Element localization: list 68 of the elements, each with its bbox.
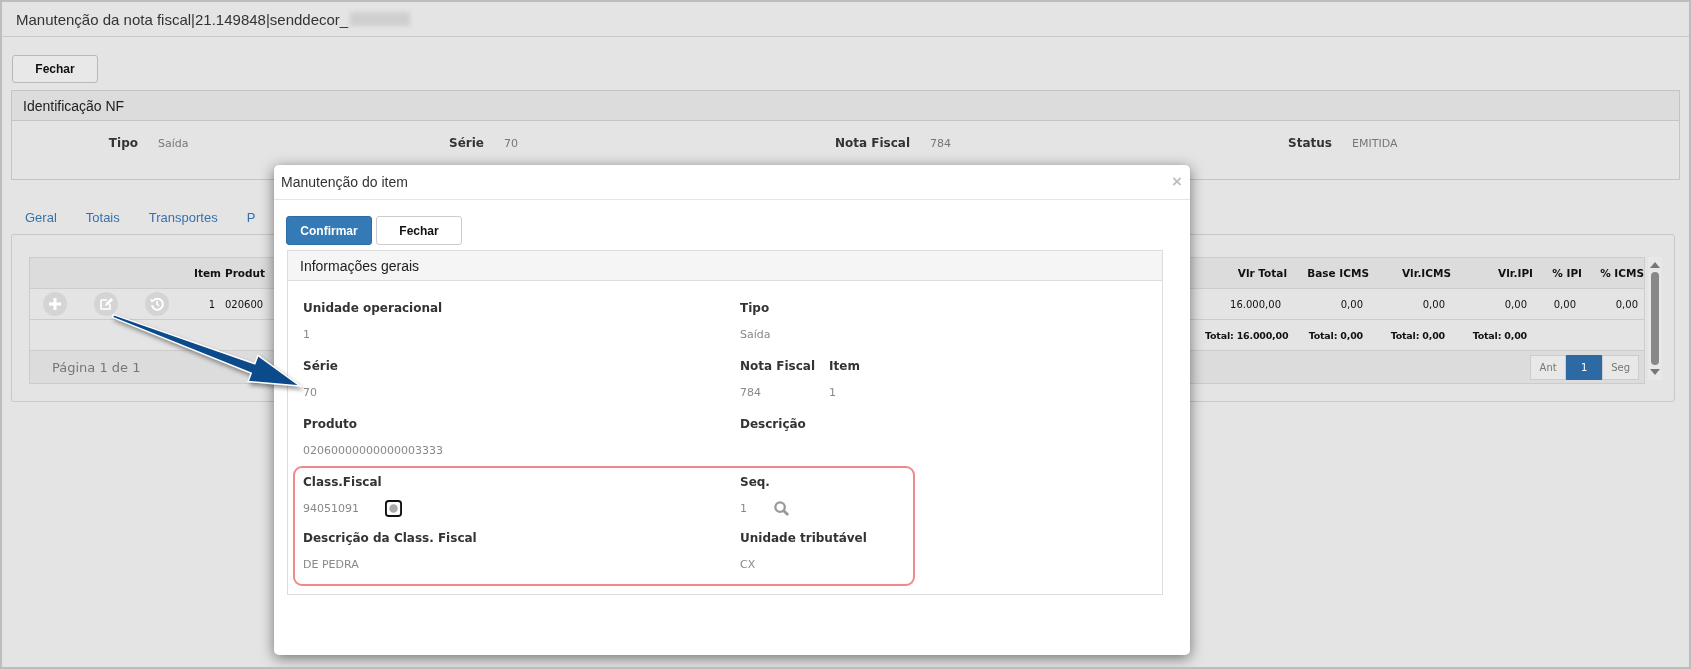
table-cell-text: 0,00 — [1614, 298, 1639, 310]
field-value: 70 — [303, 385, 317, 399]
field-label: Status — [1287, 136, 1332, 150]
column-header: Vlr Total — [1236, 267, 1287, 279]
confirm-button[interactable]: Confirmar — [286, 216, 372, 245]
field-value: Saída — [158, 136, 190, 150]
scroll-up-icon[interactable] — [1650, 261, 1660, 269]
field-label: Item — [829, 358, 860, 375]
dialog-title: Manutenção do item — [281, 174, 408, 190]
table-cell-text: 0,00 — [1552, 298, 1577, 310]
total-cell-text: Total: 0,00 — [1307, 329, 1364, 341]
field-label: Série — [448, 136, 484, 150]
search-icon[interactable] — [385, 499, 402, 517]
field-label: Unidade tributável — [740, 530, 867, 547]
page-title: Manutenção da nota fiscal|21.149848|senddecor_ — [16, 10, 349, 28]
field-value: 70 — [504, 136, 519, 150]
close-button[interactable]: Fechar — [376, 216, 462, 245]
field-label: Class.Fiscal — [303, 474, 383, 491]
column-header: Vlr.IPI — [1497, 267, 1533, 279]
field-label: Nota Fiscal — [833, 136, 910, 150]
total-cell-text: Total: 0,00 — [1471, 329, 1528, 341]
column-header: Produt — [224, 267, 267, 279]
table-cell-text: 0,00 — [1503, 298, 1528, 310]
panel-title: Identificação NF — [23, 97, 125, 114]
field-label: Seq. — [740, 474, 771, 491]
field-value: CX — [740, 557, 756, 571]
column-header: % ICMS — [1599, 267, 1644, 279]
field-value: EMITIDA — [1352, 136, 1399, 150]
field-label: Tipo — [740, 300, 771, 317]
tab[interactable]: Totais — [85, 210, 120, 234]
total-cell-text: Total: 0,00 — [1389, 329, 1446, 341]
tab[interactable]: Geral — [25, 210, 57, 234]
scroll-down-icon[interactable] — [1650, 368, 1660, 376]
column-header: Item — [193, 267, 221, 279]
field-value: 02060000000000003333 — [303, 443, 443, 457]
field-value: 1 — [829, 385, 837, 399]
field-value: 784 — [740, 385, 761, 399]
field-label: Produto — [303, 416, 359, 433]
column-header: Vlr.ICMS — [1400, 267, 1451, 279]
table-cell-text: 0,00 — [1421, 298, 1446, 310]
field-label: Série — [303, 358, 338, 375]
table-cell-text: 1 — [207, 298, 216, 310]
table-cell-text: 020600 — [224, 298, 265, 310]
field-label: Descrição da Class. Fiscal — [303, 530, 477, 547]
tab[interactable]: Transportes — [148, 210, 218, 234]
table-cell-text: 16.000,00 — [1229, 298, 1282, 310]
field-value: Saída — [740, 327, 771, 341]
field-value: DE PEDRA — [303, 557, 359, 571]
page-button[interactable]: Ant — [1530, 354, 1567, 380]
close-button[interactable]: Fechar — [12, 55, 98, 83]
field-value: 1 — [740, 501, 747, 515]
field-label: Nota Fiscal — [740, 358, 816, 375]
scrollbar[interactable] — [1648, 257, 1662, 380]
page-button[interactable]: 1 — [1566, 354, 1603, 380]
page-button[interactable]: Seg — [1602, 354, 1639, 380]
column-header: % IPI — [1551, 267, 1582, 279]
field-label: Unidade operacional — [303, 300, 443, 317]
table-cell-text: 0,00 — [1339, 298, 1364, 310]
column-header: Base ICMS — [1306, 267, 1369, 279]
field-value: 1 — [303, 327, 310, 341]
field-label: Tipo — [107, 136, 138, 150]
field-value: 94051091 — [303, 501, 359, 515]
page-info: Página 1 de 1 — [51, 359, 141, 375]
panel-title: Informações gerais — [300, 257, 420, 274]
field-label: Descrição — [740, 416, 806, 433]
total-cell: Total: 16.000,00 — [1205, 329, 1287, 341]
tab[interactable]: P — [246, 210, 256, 234]
field-value: 784 — [930, 136, 952, 150]
